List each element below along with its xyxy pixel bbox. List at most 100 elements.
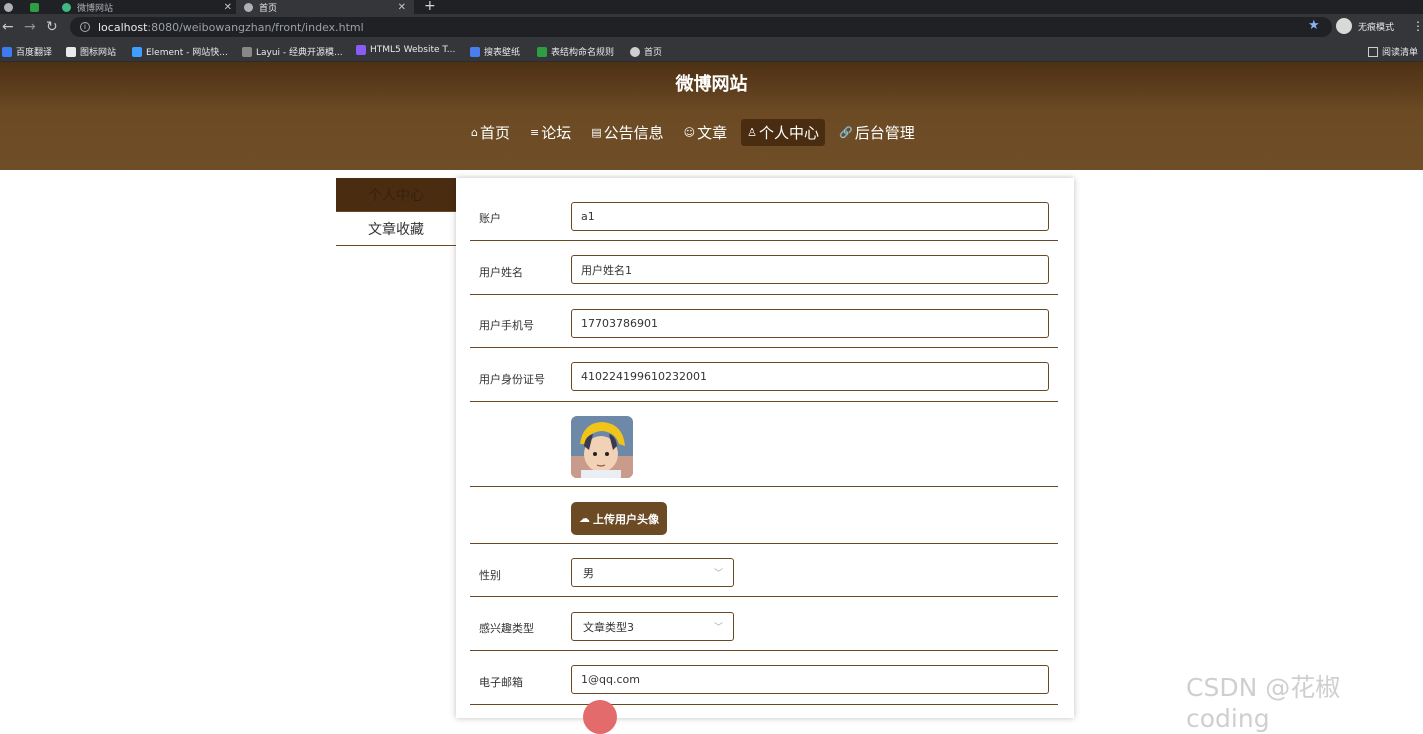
sidebar-item-favorites[interactable]: 文章收藏 [336,212,456,246]
cursor-highlight [583,700,617,734]
info-icon[interactable]: i [80,22,90,32]
user-icon: ♙ [747,126,758,139]
link-icon: 🔗 [839,126,853,139]
watermark: CSDN @花椒coding [1186,673,1341,733]
globe-icon [244,2,253,12]
name-label: 用户姓名 [479,266,523,279]
reading-list[interactable]: 阅读清单 [1368,45,1418,58]
table-icon [537,46,547,57]
menu-icon[interactable]: ⋮ [1412,19,1423,33]
reading-list-icon [1368,46,1378,57]
browser-tab-bar: 微博网站 ✕ 首页 ✕ + [0,0,1423,14]
nav-item-forum[interactable]: ≡ 论坛 [524,119,577,146]
forward-icon[interactable]: → [24,19,36,35]
browser-tab[interactable] [30,0,39,14]
main-nav: ⌂ 首页 ≡ 论坛 ▤ 公告信息 ☺ 文章 ♙ 个人中心 🔗 后台管理 [465,119,921,146]
globe-icon [630,46,640,57]
nav-item-personal-center[interactable]: ♙ 个人中心 [741,119,826,146]
url-input[interactable]: i localhost:8080/weibowangzhan/front/ind… [70,17,1332,37]
profile-form-panel: 账户 a1 用户姓名 用户姓名1 用户手机号 17703786901 用户身份证… [456,178,1074,718]
incognito-icon [1336,18,1352,34]
sidebar: 个人中心 文章收藏 [336,178,456,246]
wallpaper-icon [470,46,480,57]
address-bar: ← → ↻ i localhost:8080/weibowangzhan/fro… [0,14,1423,40]
incognito-indicator[interactable]: 无痕模式 [1336,18,1394,34]
globe-icon [4,2,13,12]
bookmark-item[interactable]: 图标网站 [66,45,116,58]
chevron-down-icon: ﹀ [713,569,723,579]
form-row-upload: ☁ 上传用户头像 [470,487,1058,544]
avatar-image [571,416,633,478]
url-host: localhost [98,20,148,34]
bookmark-item[interactable]: HTML5 Website T... [356,45,455,55]
nav-item-article[interactable]: ☺ 文章 [678,119,733,146]
name-input[interactable]: 用户姓名1 [571,255,1049,284]
gender-label: 性别 [479,569,501,582]
sheet-icon [30,2,39,12]
tab-label: 微博网站 [77,3,114,14]
bookmark-item[interactable]: Element - 网站快... [132,45,228,58]
element-icon [132,46,142,57]
browser-tab-home[interactable]: 首页 ✕ [236,0,414,14]
bookmark-item[interactable]: Layui - 经典开源模... [242,45,343,58]
sidebar-item-label: 个人中心 [368,187,424,204]
form-row-account: 账户 a1 [470,178,1058,241]
reload-icon[interactable]: ↻ [46,19,58,35]
bookmark-item[interactable]: 表结构命名规则 [537,45,614,58]
bookmarks-bar: 百度翻译 图标网站 Element - 网站快... Layui - 经典开源模… [0,40,1423,62]
flag-icon [66,46,76,57]
email-input[interactable]: 1@qq.com [571,665,1049,694]
form-row-gender: 性别 男 ﹀ [470,544,1058,597]
translate-icon [2,46,12,57]
url-path: :8080/weibowangzhan/front/index.html [147,20,364,34]
browser-tab[interactable] [4,0,13,14]
vue-icon [62,2,71,12]
sidebar-item-label: 文章收藏 [368,221,424,238]
form-row-id-card: 用户身份证号 410224199610232001 [470,348,1058,402]
form-row-name: 用户姓名 用户姓名1 [470,241,1058,295]
close-icon[interactable]: ✕ [398,2,406,13]
id-card-input[interactable]: 410224199610232001 [571,362,1049,391]
browser-tab-weibo[interactable]: 微博网站 ✕ [62,0,232,14]
account-label: 账户 [479,212,501,225]
article-icon: ☺ [683,126,696,139]
gender-value: 男 [583,566,594,580]
form-row-email: 电子邮箱 1@qq.com [470,651,1058,705]
forum-icon: ≡ [530,126,540,139]
form-row-avatar [470,402,1058,487]
chevron-down-icon: ﹀ [713,623,723,633]
site-title: 微博网站 [675,74,748,95]
bookmark-item[interactable]: 首页 [630,45,662,58]
notice-icon: ▤ [591,126,602,139]
interest-label: 感兴趣类型 [479,622,534,635]
interest-select[interactable]: 文章类型3 ﹀ [571,612,734,641]
sidebar-item-personal-center[interactable]: 个人中心 [336,178,456,212]
id-card-label: 用户身份证号 [479,373,545,386]
bookmark-item[interactable]: 百度翻译 [2,45,52,58]
bookmark-star-icon[interactable]: ★ [1308,18,1320,33]
bookmark-item[interactable]: 搜表壁纸 [470,45,520,58]
new-tab-icon[interactable]: + [424,0,436,14]
close-icon[interactable]: ✕ [224,2,232,13]
back-icon[interactable]: ← [2,19,14,35]
form-row-phone: 用户手机号 17703786901 [470,295,1058,348]
account-input[interactable]: a1 [571,202,1049,231]
nav-item-home[interactable]: ⌂ 首页 [465,119,516,146]
upload-avatar-button[interactable]: ☁ 上传用户头像 [571,502,667,535]
html5-icon [356,45,366,55]
phone-input[interactable]: 17703786901 [571,309,1049,338]
nav-item-notice[interactable]: ▤ 公告信息 [585,119,669,146]
interest-value: 文章类型3 [583,620,634,634]
incognito-label: 无痕模式 [1358,22,1395,33]
upload-button-label: 上传用户头像 [593,512,659,526]
email-label: 电子邮箱 [479,676,523,689]
avatar [571,416,633,478]
site-header: 微博网站 ⌂ 首页 ≡ 论坛 ▤ 公告信息 ☺ 文章 ♙ 个人中心 🔗 后台管理 [0,62,1423,170]
layui-icon [242,46,252,57]
cloud-upload-icon: ☁ [579,512,590,525]
gender-select[interactable]: 男 ﹀ [571,558,734,587]
phone-label: 用户手机号 [479,319,534,332]
nav-item-admin[interactable]: 🔗 后台管理 [833,119,921,146]
tab-label: 首页 [259,3,278,14]
form-row-interest: 感兴趣类型 文章类型3 ﹀ [470,597,1058,651]
